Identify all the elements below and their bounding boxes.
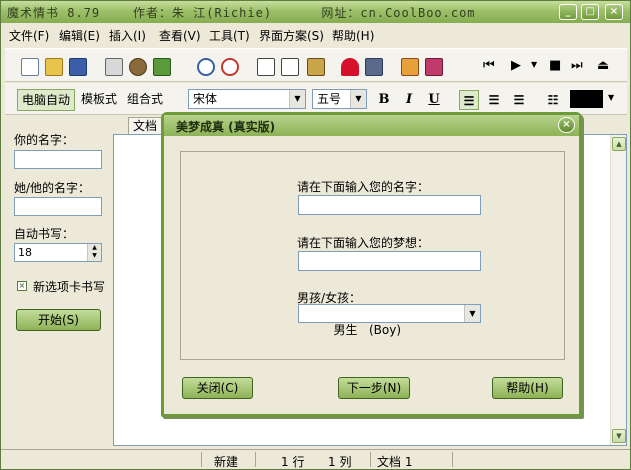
status-divider [255, 452, 256, 467]
auto-write-value: 18 [18, 246, 32, 259]
your-name-label: 你的名字： [14, 133, 75, 147]
font-value: 宋体 [193, 92, 218, 106]
status-col: 1 列 [328, 455, 352, 469]
bold-button[interactable]: B [374, 90, 394, 110]
export-icon[interactable] [153, 58, 171, 76]
app-window: 魔术情书 8.79 作者：朱 江(Richie) 网址：cn.CoolBoo.c… [0, 0, 631, 470]
menu-view[interactable]: 查看(V) [159, 27, 201, 44]
user-icon[interactable] [129, 58, 147, 76]
spinner-arrows-icon[interactable]: ▲ ▼ [87, 244, 101, 261]
skip-back-icon[interactable]: ⏮ [483, 58, 495, 73]
underline-button[interactable]: U [424, 90, 444, 110]
status-line: 1 行 [281, 455, 305, 469]
start-button[interactable]: 开始(S) [16, 309, 101, 331]
chevron-down-icon[interactable]: ▼ [464, 305, 480, 322]
chevron-down-icon[interactable]: ▼ [350, 90, 366, 108]
your-name-input[interactable] [14, 150, 102, 169]
align-center-icon[interactable]: ☰ [484, 90, 504, 110]
scroll-down-icon[interactable]: ▼ [612, 429, 626, 443]
other-name-label: 她/他的名字： [14, 181, 91, 195]
dialog-title-bar[interactable]: 美梦成真 (真实版) × [164, 115, 579, 136]
dream-dialog: 美梦成真 (真实版) × 请在下面输入您的名字： 请在下面输入您的梦想： 男孩/… [161, 112, 582, 417]
color-swatch[interactable] [570, 90, 603, 108]
dialog-next-button[interactable]: 下一步(N) [338, 377, 410, 399]
auto-write-label: 自动书写： [14, 227, 75, 241]
main-toolbar: ⏮ ▶ ▼ ■ ⏭ ⏏ [5, 48, 627, 82]
new-tab-label: 新选项卡书写 [33, 280, 106, 294]
open-folder-icon[interactable] [45, 58, 63, 76]
dialog-name-input[interactable] [298, 195, 481, 215]
other-name-input[interactable] [14, 197, 102, 216]
envelope-icon[interactable] [365, 58, 383, 76]
status-divider [370, 452, 371, 467]
new-file-icon[interactable] [21, 58, 39, 76]
maximize-button[interactable]: □ [581, 4, 599, 20]
paste-icon[interactable] [307, 58, 325, 76]
mode-template-button[interactable]: 模板式 [77, 89, 121, 111]
find-replace-icon[interactable] [221, 58, 239, 76]
dialog-group-box: 请在下面输入您的名字： 请在下面输入您的梦想： 男孩/女孩： 男生 (Boy) … [180, 151, 565, 360]
minimize-button[interactable]: _ [559, 4, 577, 20]
new-tab-checkbox[interactable]: × [17, 281, 27, 291]
book-icon[interactable] [425, 58, 443, 76]
chevron-down-icon[interactable]: ▼ [289, 90, 305, 108]
side-panel: 你的名字： 她/他的名字： 自动书写： 18 ▲ ▼ × 新选项卡书写 开始(S) [5, 117, 111, 449]
status-mode: 新建 [214, 455, 239, 469]
copy-icon[interactable] [281, 58, 299, 76]
mode-auto-button[interactable]: 电脑自动 [17, 89, 76, 111]
dialog-title: 美梦成真 (真实版) [176, 120, 276, 134]
status-doc: 文档 1 [377, 455, 413, 469]
align-right-icon[interactable]: ☰ [509, 90, 529, 110]
status-divider [452, 452, 453, 467]
size-select[interactable]: 五号 ▼ [312, 89, 367, 109]
cut-icon[interactable] [257, 58, 275, 76]
menu-help[interactable]: 帮助(H) [332, 27, 374, 44]
mode-combo-button[interactable]: 组合式 [123, 89, 167, 111]
skip-forward-icon[interactable]: ⏭ [571, 58, 583, 73]
gender-select[interactable]: 男生 (Boy) ▼ [298, 304, 481, 337]
chevron-down-icon[interactable]: ▼ [608, 93, 614, 102]
dialog-close-icon[interactable]: × [558, 117, 575, 133]
menu-edit[interactable]: 编辑(E) [59, 27, 100, 44]
window-title: 魔术情书 8.79 作者：朱 江(Richie) 网址：cn.CoolBoo.c… [7, 6, 476, 20]
menu-bar: 文件(F) 编辑(E) 插入(I) 查看(V) 工具(T) 界面方案(S) 帮助… [1, 23, 630, 45]
menu-file[interactable]: 文件(F) [9, 27, 49, 44]
stop-icon[interactable]: ■ [549, 58, 561, 73]
title-bar[interactable]: 魔术情书 8.79 作者：朱 江(Richie) 网址：cn.CoolBoo.c… [1, 1, 630, 23]
status-divider [201, 452, 202, 467]
play-icon[interactable]: ▶ [511, 58, 521, 73]
align-left-icon[interactable]: ☰ [459, 90, 479, 110]
heart-icon[interactable] [341, 58, 359, 76]
save-icon[interactable] [69, 58, 87, 76]
vertical-scrollbar[interactable]: ▲ ▼ [610, 135, 626, 445]
auto-write-stepper[interactable]: 18 ▲ ▼ [14, 243, 102, 262]
home-icon[interactable] [401, 58, 419, 76]
format-toolbar: 电脑自动 模板式 组合式 宋体 ▼ 五号 ▼ B I U ☰ ☰ ☰ ☷ ▼ [5, 83, 627, 115]
status-bar: 新建 1 行 1 列 文档 1 [1, 449, 630, 469]
name-prompt-label: 请在下面输入您的名字： [297, 180, 430, 194]
eject-icon[interactable]: ⏏ [597, 58, 609, 73]
font-select[interactable]: 宋体 ▼ [188, 89, 306, 109]
menu-scheme[interactable]: 界面方案(S) [259, 27, 324, 44]
scroll-up-icon[interactable]: ▲ [612, 137, 626, 151]
size-value: 五号 [317, 92, 342, 106]
dialog-close-button[interactable]: 关闭(C) [182, 377, 253, 399]
dream-prompt-label: 请在下面输入您的梦想： [297, 236, 430, 250]
menu-tools[interactable]: 工具(T) [209, 27, 250, 44]
search-icon[interactable] [197, 58, 215, 76]
dialog-dream-input[interactable] [298, 251, 481, 271]
list-icon[interactable]: ☷ [543, 90, 563, 110]
menu-insert[interactable]: 插入(I) [109, 27, 146, 44]
italic-button[interactable]: I [399, 90, 419, 110]
dialog-help-button[interactable]: 帮助(H) [492, 377, 563, 399]
chevron-down-icon[interactable]: ▼ [531, 60, 537, 69]
close-button[interactable]: × [605, 4, 623, 20]
gender-value: 男生 (Boy) [333, 323, 401, 337]
print-icon[interactable] [105, 58, 123, 76]
